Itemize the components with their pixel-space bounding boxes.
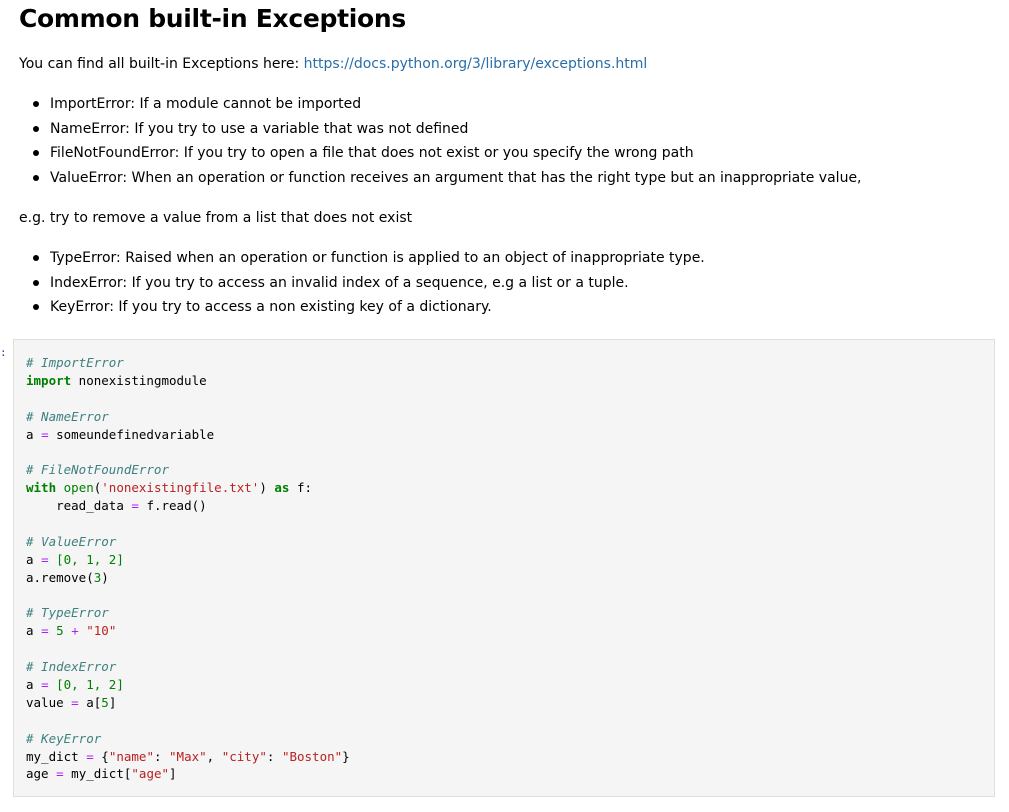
code-comment: # KeyError [26, 730, 102, 746]
code-text: a [86, 694, 94, 710]
note-paragraph: e.g. try to remove a value from a list t… [19, 210, 413, 226]
intro-text: You can find all built-in Exceptions her… [19, 56, 304, 72]
code-comment: # ValueError [26, 533, 117, 549]
code-string: "Boston" [281, 748, 343, 764]
code-text: value [26, 694, 64, 710]
code-number: [0, 1, 2] [56, 551, 124, 567]
code-keyword: import [26, 372, 72, 388]
code-text: f: [296, 480, 313, 496]
code-keyword: as [274, 480, 290, 496]
code-string: "city" [221, 748, 267, 764]
code-comment: # IndexError [26, 659, 117, 675]
list-item: KeyError: If you try to access a non exi… [33, 297, 705, 322]
code-operator: + [71, 623, 79, 639]
code-text: a [26, 551, 34, 567]
code-operator: = [41, 426, 49, 442]
list-item: IndexError: If you try to access an inva… [33, 273, 705, 298]
exception-list-2: TypeError: Raised when an operation or f… [19, 248, 705, 322]
code-number: 5 [56, 623, 64, 639]
code-operator: = [41, 623, 49, 639]
exception-list-1: ImportError: If a module cannot be impor… [19, 94, 862, 193]
code-editor[interactable]: # ImportError import nonexistingmodule # … [26, 354, 350, 783]
page-title: Common built-in Exceptions [19, 4, 406, 33]
code-text: my_dict [71, 766, 124, 782]
code-text: age [26, 766, 49, 782]
code-text: a [26, 677, 34, 693]
code-comment: # ImportError [26, 355, 124, 370]
code-text: a [26, 623, 34, 639]
code-number: 5 [101, 694, 109, 710]
code-operator: = [131, 498, 139, 514]
code-text: a [26, 426, 34, 442]
code-string: "Max" [169, 748, 207, 764]
code-text: f.read [146, 498, 192, 514]
code-operator: = [56, 766, 64, 782]
list-item: ValueError: When an operation or functio… [33, 168, 862, 193]
intro-paragraph: You can find all built-in Exceptions her… [19, 54, 647, 74]
code-string: "age" [131, 766, 170, 782]
code-operator: = [86, 748, 94, 764]
cell-prompt: : [0, 346, 7, 359]
code-text: a.remove [26, 569, 87, 585]
code-text: my_dict [26, 748, 79, 764]
code-cell[interactable]: # ImportError import nonexistingmodule # … [13, 339, 995, 797]
code-text: someundefinedvariable [56, 426, 215, 442]
docs-link[interactable]: https://docs.python.org/3/library/except… [304, 56, 648, 72]
code-operator: = [41, 551, 49, 567]
code-comment: # NameError [26, 408, 109, 424]
code-keyword: with [26, 480, 57, 496]
code-text: read_data [56, 498, 124, 514]
code-number: [0, 1, 2] [56, 677, 124, 693]
code-builtin: open [63, 480, 94, 496]
code-operator: = [41, 677, 49, 693]
code-comment: # FileNotFoundError [26, 462, 169, 478]
list-item: FileNotFoundError: If you try to open a … [33, 143, 862, 168]
code-string: "name" [108, 748, 154, 764]
code-comment: # TypeError [26, 605, 109, 621]
list-item: NameError: If you try to use a variable … [33, 119, 862, 144]
code-operator: = [71, 694, 79, 710]
code-number: 3 [93, 569, 102, 585]
code-string: 'nonexistingfile.txt' [101, 480, 260, 496]
list-item: ImportError: If a module cannot be impor… [33, 94, 862, 119]
list-item: TypeError: Raised when an operation or f… [33, 248, 705, 273]
code-text: nonexistingmodule [71, 372, 207, 388]
code-string: "10" [86, 623, 117, 639]
